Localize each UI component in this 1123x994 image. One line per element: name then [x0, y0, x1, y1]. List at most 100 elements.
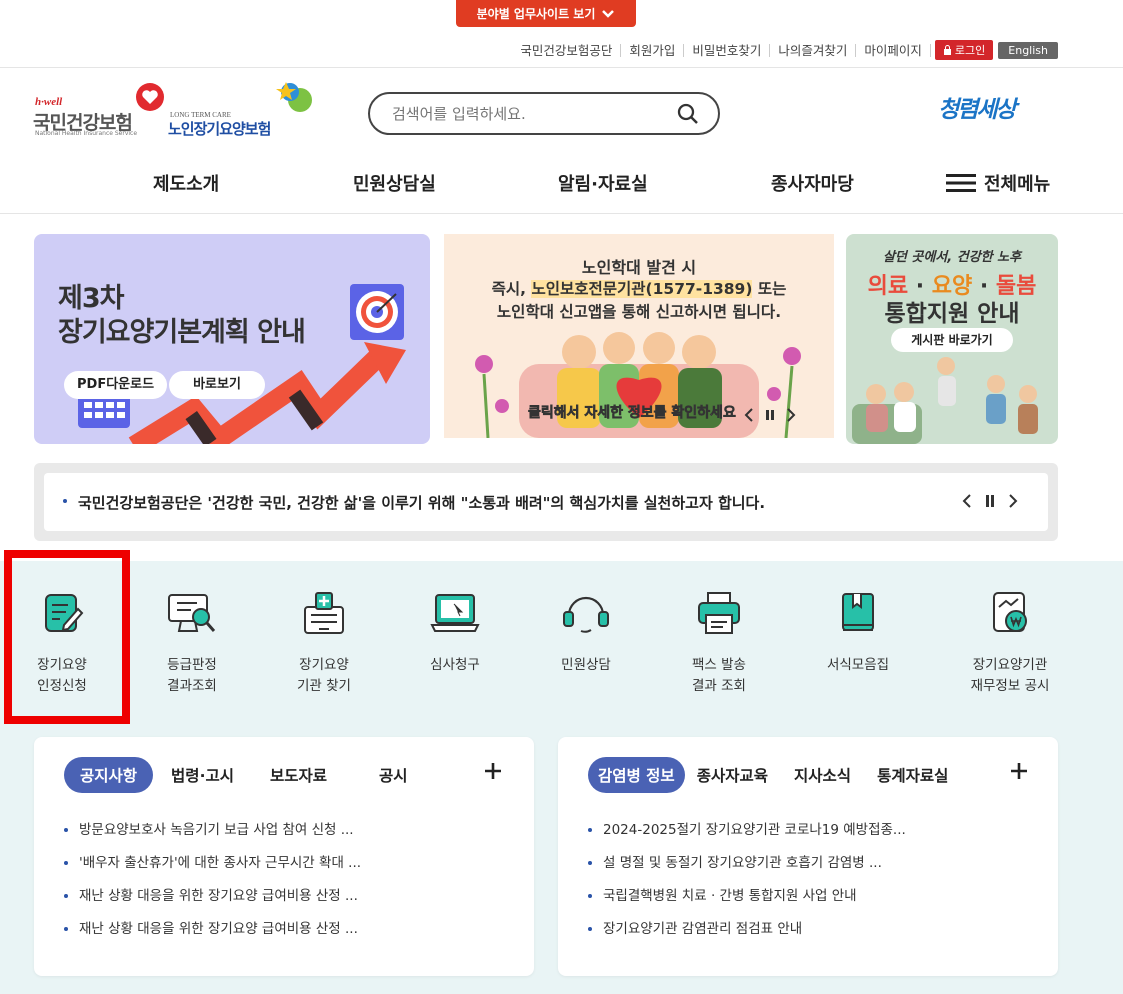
- board-shortcut-button[interactable]: 게시판 바로가기: [891, 328, 1013, 352]
- pdf-download-button[interactable]: PDF다운로드: [64, 371, 168, 399]
- banner3-line2: 통합지원 안내: [884, 301, 1020, 327]
- ticker-controls: [962, 493, 1018, 509]
- banner2-line2-a: 즉시,: [491, 280, 532, 298]
- notice-ticker-inner: 국민건강보험공단은 '건강한 국민, 건강한 삶'을 이루기 위해 "소통과 배…: [44, 473, 1048, 531]
- banner2-line1: 노인학대 발견 시: [581, 258, 697, 277]
- tab-infection-info[interactable]: 감염병 정보: [588, 757, 685, 793]
- quick-grade-result[interactable]: 등급판정 결과조회: [137, 591, 247, 697]
- chevron-right-icon[interactable]: [786, 408, 796, 422]
- tab-disclosure[interactable]: 공시: [363, 757, 424, 793]
- clean-world-logo[interactable]: 청렴세상: [938, 86, 1063, 126]
- quick-label-6a: 팩스 발송: [692, 657, 746, 673]
- list-item[interactable]: '배우자 출산휴가'에 대한 종사자 근무시간 확대 ...: [62, 852, 361, 885]
- quick-label-4a: 심사청구: [430, 657, 480, 673]
- util-link-nhis[interactable]: 국민건강보험공단: [512, 43, 622, 57]
- search-icon[interactable]: [676, 102, 700, 126]
- heart-logo-icon: [136, 83, 164, 111]
- chevron-down-icon: [602, 9, 615, 18]
- plus-icon: [1011, 763, 1027, 779]
- field-sites-label: 분야별 업무사이트 보기: [476, 7, 596, 21]
- list-item[interactable]: 재난 상황 대응을 위한 장기요양 급여비용 산정 ...: [62, 918, 361, 951]
- main-nav: 제도소개 민원상담실 알림·자료실 종사자마당 전체메뉴: [0, 170, 1123, 200]
- headset-icon: [563, 596, 609, 633]
- divider: [0, 67, 1123, 68]
- board2-list: 2024-2025절기 장기요양기관 코로나19 예방접종... 설 명절 및 …: [586, 819, 906, 951]
- quick-civil-consult[interactable]: 민원상담: [531, 591, 641, 676]
- banner2-line3: 노인학대 신고앱을 통해 신고하시면 됩니다.: [496, 303, 782, 321]
- quick-label-8a: 장기요양기관: [972, 657, 1048, 673]
- util-link-find-password[interactable]: 비밀번호찾기: [684, 43, 771, 57]
- clean-logo-text: 청렴세상: [938, 97, 1017, 123]
- list-item[interactable]: 국립결핵병원 치료 · 간병 통합지원 사업 안내: [586, 885, 906, 918]
- util-link-favorites[interactable]: 나의즐겨찾기: [770, 43, 857, 57]
- plus-icon: [485, 763, 501, 779]
- board1-tabs: 공지사항 법령·고시 보도자료 공시: [64, 757, 424, 793]
- login-button[interactable]: 로그인: [934, 40, 994, 60]
- nav-civil[interactable]: 민원상담실: [353, 170, 436, 196]
- laptop-cursor-icon: [430, 594, 480, 632]
- tab-branch-news[interactable]: 지사소식: [780, 757, 865, 793]
- monitor-search-icon: [168, 594, 216, 632]
- finance-report-icon: [993, 592, 1027, 632]
- banner-integrated-care[interactable]: 살던 곳에서, 건강한 노후 의료 · 요양 · 돌봄 통합지원 안내 게시판 …: [846, 234, 1058, 444]
- english-button[interactable]: English: [998, 41, 1058, 59]
- banner-carousel-controls: [744, 408, 796, 422]
- tab-statistics[interactable]: 통계자료실: [865, 757, 960, 793]
- care-illustration: [852, 357, 1038, 444]
- ltc-logo[interactable]: LONG TERM CARE 노인장기요양보험: [168, 80, 318, 140]
- pause-icon[interactable]: [764, 408, 776, 422]
- list-item[interactable]: 재난 상황 대응을 위한 장기요양 급여비용 산정 ...: [62, 885, 361, 918]
- chevron-right-icon[interactable]: [1008, 493, 1018, 509]
- list-item[interactable]: 2024-2025절기 장기요양기관 코로나19 예방접종...: [586, 819, 906, 852]
- search-input[interactable]: [392, 104, 662, 123]
- banner-ltc-plan[interactable]: 제3차 장기요양기본계획 안내 PDF다운로드 바로보기: [34, 234, 430, 444]
- quick-financial-disclosure[interactable]: 장기요양기관 재무정보 공시: [955, 591, 1065, 697]
- chevron-left-icon[interactable]: [744, 408, 754, 422]
- quick-label-3b: 기관 찾기: [297, 678, 351, 694]
- banner-elder-abuse[interactable]: 노인학대 발견 시 즉시, 노인보호전문기관(1577-1389) 또는 노인학…: [444, 234, 834, 438]
- tab-worker-education[interactable]: 종사자교육: [685, 757, 780, 793]
- util-link-mypage[interactable]: 마이페이지: [856, 43, 931, 57]
- quick-forms[interactable]: 서식모음집: [803, 591, 913, 676]
- nhis-logo[interactable]: h·well 국민건강보험 National Health Insurance …: [33, 82, 168, 142]
- search-box: [368, 92, 720, 135]
- view-button[interactable]: 바로보기: [169, 371, 265, 399]
- util-link-join[interactable]: 회원가입: [621, 43, 685, 57]
- tab-laws[interactable]: 법령·고시: [155, 757, 250, 793]
- hamburger-icon: [946, 174, 976, 192]
- banner2-caption: 클릭해서 자세한 정보를 확인하세요: [528, 405, 736, 422]
- banner2-phone: 노인보호전문기관(1577-1389): [531, 280, 753, 298]
- logo-nhis-sub: National Health Insurance Service: [35, 130, 138, 137]
- board-infection: 감염병 정보 종사자교육 지사소식 통계자료실 2024-2025절기 장기요양…: [558, 737, 1058, 976]
- pause-icon[interactable]: [984, 493, 996, 509]
- board1-more-button[interactable]: [484, 759, 502, 785]
- chevron-left-icon[interactable]: [962, 493, 972, 509]
- nav-notice[interactable]: 알림·자료실: [558, 170, 648, 196]
- list-item[interactable]: 방문요양보호사 녹음기기 보급 사업 참여 신청 ...: [62, 819, 361, 852]
- quick-claim-review[interactable]: 심사청구: [400, 591, 510, 676]
- divider: [0, 213, 1123, 214]
- utility-nav: 국민건강보험공단 회원가입 비밀번호찾기 나의즐겨찾기 마이페이지 로그인 En…: [512, 40, 1058, 60]
- ltc-mark-icon: [276, 82, 312, 112]
- login-label: 로그인: [954, 44, 986, 57]
- tab-notices[interactable]: 공지사항: [64, 757, 154, 793]
- all-menu-button[interactable]: 전체메뉴: [946, 170, 1050, 196]
- all-menu-label: 전체메뉴: [984, 174, 1051, 195]
- board2-more-button[interactable]: [1010, 759, 1028, 785]
- quick-fax-result[interactable]: 팩스 발송결과 조회: [664, 591, 774, 697]
- tab-press[interactable]: 보도자료: [254, 757, 343, 793]
- field-sites-button[interactable]: 분야별 업무사이트 보기: [456, 0, 636, 27]
- banner3-script: 살던 곳에서, 건강한 노후: [882, 250, 1022, 265]
- notice-text[interactable]: 국민건강보험공단은 '건강한 국민, 건강한 삶'을 이루기 위해 "소통과 배…: [78, 492, 765, 513]
- logo-hwell: h·well: [35, 96, 63, 108]
- nav-workers[interactable]: 종사자마당: [771, 170, 854, 196]
- board-notices: 공지사항 법령·고시 보도자료 공시 방문요양보호사 녹음기기 보급 사업 참여…: [34, 737, 534, 976]
- list-item[interactable]: 설 명절 및 동절기 장기요양기관 호흡기 감염병 ...: [586, 852, 906, 885]
- lock-icon: [943, 45, 951, 55]
- quick-label-3a: 장기요양: [299, 657, 349, 673]
- quick-label-6b: 결과 조회: [692, 678, 746, 694]
- list-item[interactable]: 장기요양기관 감염관리 점검표 안내: [586, 918, 906, 951]
- quick-find-institution[interactable]: 장기요양기관 찾기: [269, 591, 379, 697]
- nav-intro[interactable]: 제도소개: [153, 170, 219, 196]
- quick-label-2b: 결과조회: [167, 678, 217, 694]
